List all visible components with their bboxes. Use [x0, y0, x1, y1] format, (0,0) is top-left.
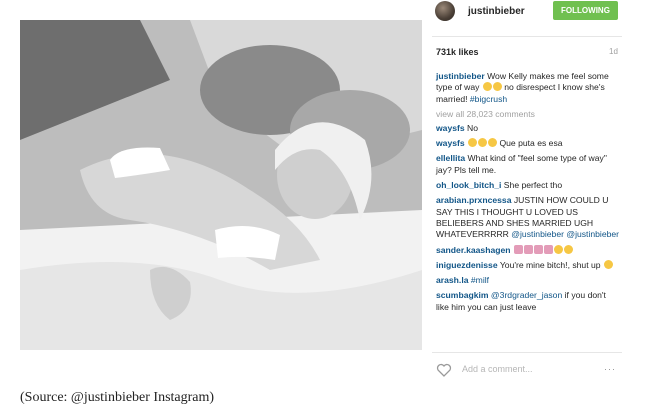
source-caption: (Source: @justinbieber Instagram): [20, 390, 215, 405]
following-button[interactable]: FOLLOWING: [553, 1, 618, 20]
comment-text: She perfect tho: [501, 180, 563, 191]
teeth-emoji-icon: [513, 244, 523, 254]
post-side-panel: justinbieber FOLLOWING 731k likes 1d jus…: [432, 0, 622, 380]
comment-username[interactable]: ellellita: [436, 153, 465, 163]
comment-text: No: [464, 122, 479, 133]
caption-username[interactable]: justinbieber: [436, 71, 485, 81]
comment-text: You're mine bitch!, shut up: [497, 259, 603, 270]
caption-hashtag[interactable]: #bigcrush: [470, 94, 507, 104]
likes-count[interactable]: 731k likes: [436, 47, 479, 57]
teeth-emoji-icon: [523, 244, 533, 254]
comment-username[interactable]: waysfs: [436, 138, 465, 148]
comment-hashtag[interactable]: #milf: [471, 275, 489, 285]
comment-username[interactable]: waysfs: [436, 123, 465, 133]
comment-username[interactable]: arabian.prxncessa: [436, 195, 511, 205]
divider: [432, 352, 622, 353]
teeth-emoji-icon: [543, 244, 553, 254]
post-age: 1d: [609, 47, 618, 56]
comment-username[interactable]: scumbagkim: [436, 290, 489, 300]
post-username[interactable]: justinbieber: [468, 6, 525, 17]
emoji-icon: [478, 138, 488, 148]
emoji-icon: [492, 82, 502, 92]
comment-text: [511, 245, 513, 255]
more-options-icon[interactable]: ···: [604, 364, 616, 374]
comment-mention[interactable]: @3rdgrader_jason: [489, 290, 562, 300]
comment: oh_look_bitch_i She perfect tho: [436, 180, 620, 191]
heart-icon[interactable]: [436, 362, 452, 378]
caption: justinbieber Wow Kelly makes me feel som…: [436, 71, 620, 105]
emoji-icon: [553, 244, 563, 254]
add-comment-input[interactable]: Add a comment...: [462, 364, 533, 374]
emoji-icon: [563, 244, 573, 254]
view-all-comments-link[interactable]: view all 28,023 comments: [436, 109, 620, 119]
comment: arash.la #milf: [436, 275, 620, 286]
comment: scumbagkim @3rdgrader_jason if you don't…: [436, 290, 620, 313]
comment: iniguezdenisse You're mine bitch!, shut …: [436, 259, 620, 271]
comment-username[interactable]: sander.kaashagen: [436, 245, 511, 255]
comment: ellellita What kind of "feel some type o…: [436, 153, 620, 176]
emoji-icon: [468, 138, 478, 148]
comment: waysfs Que puta es esa: [436, 138, 620, 149]
comment-username[interactable]: iniguezdenisse: [436, 260, 498, 270]
comments-list: justinbieber Wow Kelly makes me feel som…: [436, 71, 620, 317]
comment-username[interactable]: arash.la: [436, 275, 469, 285]
emoji-icon: [482, 82, 492, 92]
avatar[interactable]: [435, 1, 455, 21]
comment: arabian.prxncessa JUSTIN HOW COULD U SAY…: [436, 195, 620, 240]
comment-mention[interactable]: @justinbieber @justinbieber: [511, 229, 619, 239]
teeth-emoji-icon: [533, 244, 543, 254]
add-comment-row: Add a comment... ···: [436, 362, 620, 378]
emoji-icon: [488, 138, 498, 148]
comment-username[interactable]: oh_look_bitch_i: [436, 180, 501, 190]
divider: [432, 36, 622, 37]
photo-illustration: [20, 20, 422, 350]
post-header: justinbieber FOLLOWING: [432, 0, 622, 22]
emoji-icon: [603, 259, 613, 269]
comment: waysfs No: [436, 123, 620, 134]
post-photo[interactable]: [20, 20, 422, 350]
comment-text: Que puta es esa: [497, 138, 563, 149]
comment: sander.kaashagen: [436, 244, 620, 256]
